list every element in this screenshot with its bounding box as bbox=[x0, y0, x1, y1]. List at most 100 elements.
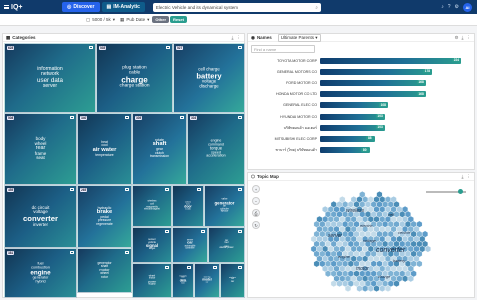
menu-icon[interactable] bbox=[4, 5, 9, 9]
categories-title: Categories bbox=[12, 35, 36, 40]
tab-discover-label: Discover bbox=[73, 4, 95, 10]
date-filter[interactable]: ▦ Pub Date ▾ bbox=[120, 17, 149, 23]
category-tile[interactable]: vehicle lock door mobile bbox=[172, 185, 204, 227]
name-row[interactable]: HYUNDAI MOTOR CO 103 bbox=[248, 111, 466, 122]
topic-hex-cell[interactable] bbox=[416, 260, 423, 268]
topic-hex-cell[interactable] bbox=[344, 285, 352, 293]
category-tile[interactable]: steering model car bbox=[194, 263, 220, 298]
category-tile[interactable]: 628 information network user data server bbox=[4, 43, 96, 113]
name-row[interactable]: MITSUBISHI ELEC CORP 88 bbox=[248, 133, 466, 144]
more-icon[interactable]: ⋮ bbox=[237, 35, 242, 41]
result-count[interactable]: ▢ 5000 / 5k ▾ bbox=[86, 17, 115, 23]
topic-hex-cell[interactable] bbox=[407, 275, 414, 283]
topic-hex-cell[interactable] bbox=[330, 280, 337, 288]
topic-hex-cell[interactable] bbox=[313, 260, 320, 268]
name-row[interactable]: GENERAL MOTORS CO 178 bbox=[248, 66, 466, 77]
name-row[interactable]: HONDA MOTOR CO LTD 168 bbox=[248, 89, 466, 100]
reset-chip[interactable]: Reset bbox=[170, 16, 187, 23]
topic-hex-cell[interactable] bbox=[379, 285, 386, 293]
expand-icon[interactable] bbox=[238, 46, 242, 49]
category-tile[interactable]: wheel motor power supply bbox=[132, 263, 172, 298]
expand-icon[interactable] bbox=[238, 230, 242, 233]
name-row[interactable]: บริษัทฮอนด้า มอเตอร์ 103 bbox=[248, 122, 466, 133]
expand-icon[interactable] bbox=[180, 116, 184, 119]
topic-hex-cell[interactable] bbox=[373, 285, 380, 293]
topic-hex-cell[interactable] bbox=[424, 245, 432, 253]
expand-icon[interactable] bbox=[165, 188, 169, 191]
expand-icon[interactable] bbox=[187, 266, 191, 269]
topic-hex-map[interactable]: wireless cell electric server vehicle voltage… bbox=[248, 182, 474, 297]
expand-icon[interactable] bbox=[166, 46, 170, 49]
category-tile[interactable]: server car automobile controller bbox=[172, 227, 208, 263]
category-tile[interactable]: 535 plug station cable charge charge station bbox=[96, 43, 173, 113]
expand-icon[interactable] bbox=[125, 251, 129, 254]
expand-icon[interactable] bbox=[201, 230, 205, 233]
category-count-badge: 628 bbox=[7, 46, 15, 50]
category-tile[interactable]: 527 cell charge battery voltage discharge bbox=[173, 43, 245, 113]
download-icon[interactable]: ⤓ bbox=[462, 174, 464, 180]
name-row[interactable]: FORD MOTOR CO 168 bbox=[248, 77, 466, 88]
parent-dropdown[interactable]: Ultimate Parents ▾ bbox=[277, 33, 321, 42]
expand-icon[interactable] bbox=[89, 46, 93, 49]
tab-im-analytic-label: IM-Analytic bbox=[113, 4, 140, 10]
other-chip[interactable]: Other bbox=[152, 16, 170, 23]
topic-hex-cell[interactable] bbox=[367, 285, 374, 293]
expand-icon[interactable] bbox=[213, 266, 217, 269]
expand-icon[interactable] bbox=[165, 266, 169, 269]
search-input[interactable]: Electric Vehicle and its dynamical syste… bbox=[152, 2, 321, 12]
name-row[interactable]: GENERAL ELEC CO 108 bbox=[248, 100, 466, 111]
expand-icon[interactable] bbox=[125, 116, 129, 119]
help-icon[interactable]: ? bbox=[448, 4, 451, 10]
category-tile[interactable]: valve generator air cylinder ejector bbox=[204, 185, 245, 227]
category-keywords: information network user data server bbox=[5, 66, 95, 89]
avatar[interactable]: AI bbox=[463, 2, 472, 12]
expand-icon[interactable] bbox=[238, 116, 242, 119]
category-tile[interactable]: 381 fuel combustion engine generator hybrid bbox=[4, 248, 77, 298]
topic-hex-cell[interactable] bbox=[356, 285, 363, 293]
expand-icon[interactable] bbox=[70, 116, 74, 119]
bell-icon[interactable]: ♪ bbox=[441, 4, 444, 10]
category-tile[interactable]: wireless cell car bbox=[220, 263, 245, 298]
topic-hex-cell[interactable] bbox=[324, 270, 332, 278]
name-row[interactable]: TOYOTA MOTOR CORP 224 bbox=[248, 55, 466, 66]
expand-icon[interactable] bbox=[238, 266, 242, 269]
category-keywords: plug station cable charge charge station bbox=[97, 66, 172, 90]
app-logo[interactable]: IQ+ bbox=[11, 4, 22, 11]
more-icon[interactable]: ⋮ bbox=[467, 174, 472, 180]
expand-icon[interactable] bbox=[197, 188, 201, 191]
category-tile[interactable]: sensor vehicle signal target bbox=[132, 227, 172, 263]
category-tile[interactable]: 303 engine command torque speed acceleration bbox=[187, 113, 245, 185]
category-tile[interactable]: wireless coil magnetic electromagnet bbox=[132, 185, 172, 227]
settings-icon[interactable]: ⚙ bbox=[454, 35, 458, 41]
category-keywords: server car automobile controller bbox=[173, 240, 207, 251]
topic-hex-cell[interactable] bbox=[336, 280, 343, 288]
topic-hex-cell[interactable] bbox=[384, 285, 392, 293]
download-icon[interactable]: ⤓ bbox=[232, 35, 234, 41]
tab-discover[interactable]: ◎ Discover bbox=[62, 2, 100, 12]
expand-icon[interactable] bbox=[70, 188, 74, 191]
expand-icon[interactable] bbox=[125, 188, 129, 191]
more-icon[interactable]: ⋮ bbox=[467, 35, 472, 41]
name-search-input[interactable]: Find a name bbox=[251, 45, 315, 53]
category-tile[interactable]: magnetic wall data tube bbox=[172, 263, 194, 298]
category-keyword: charge station bbox=[119, 83, 150, 89]
map-icon: ⬡ bbox=[251, 173, 255, 179]
gear-icon[interactable]: ⚙ bbox=[455, 4, 459, 10]
category-tile[interactable]: 340 heat cool air water temperature bbox=[77, 113, 132, 185]
topic-hex-cell[interactable] bbox=[401, 275, 409, 283]
expand-icon[interactable] bbox=[70, 251, 74, 254]
download-icon[interactable]: ⤓ bbox=[462, 35, 464, 41]
search-icon[interactable]: ⌕ bbox=[315, 5, 318, 10]
name-row[interactable]: ซาบาร์ (ไทย) บริษัทฮอนด้า 80 bbox=[248, 145, 466, 156]
topic-hex-cell[interactable] bbox=[393, 280, 400, 288]
category-tile[interactable]: generator shaft motor wheel rotor bbox=[77, 248, 132, 293]
category-tile[interactable]: 508 body wheel rear frame seat bbox=[4, 113, 77, 185]
category-tile[interactable]: 265 hydraulic brake pedal pressure regenerate bbox=[77, 185, 132, 248]
category-tile[interactable]: 455 dc circuit voltage converter inverter bbox=[4, 185, 77, 248]
category-tile[interactable]: car fuel gas electric power bbox=[208, 227, 245, 263]
expand-icon[interactable] bbox=[238, 188, 242, 191]
tab-im-analytic[interactable]: ▤ IM-Analytic bbox=[101, 2, 145, 12]
topic-hex-cell[interactable] bbox=[362, 285, 369, 293]
expand-icon[interactable] bbox=[165, 230, 169, 233]
category-tile[interactable]: 305 rotate shaft gear clutch transmission bbox=[132, 113, 187, 185]
